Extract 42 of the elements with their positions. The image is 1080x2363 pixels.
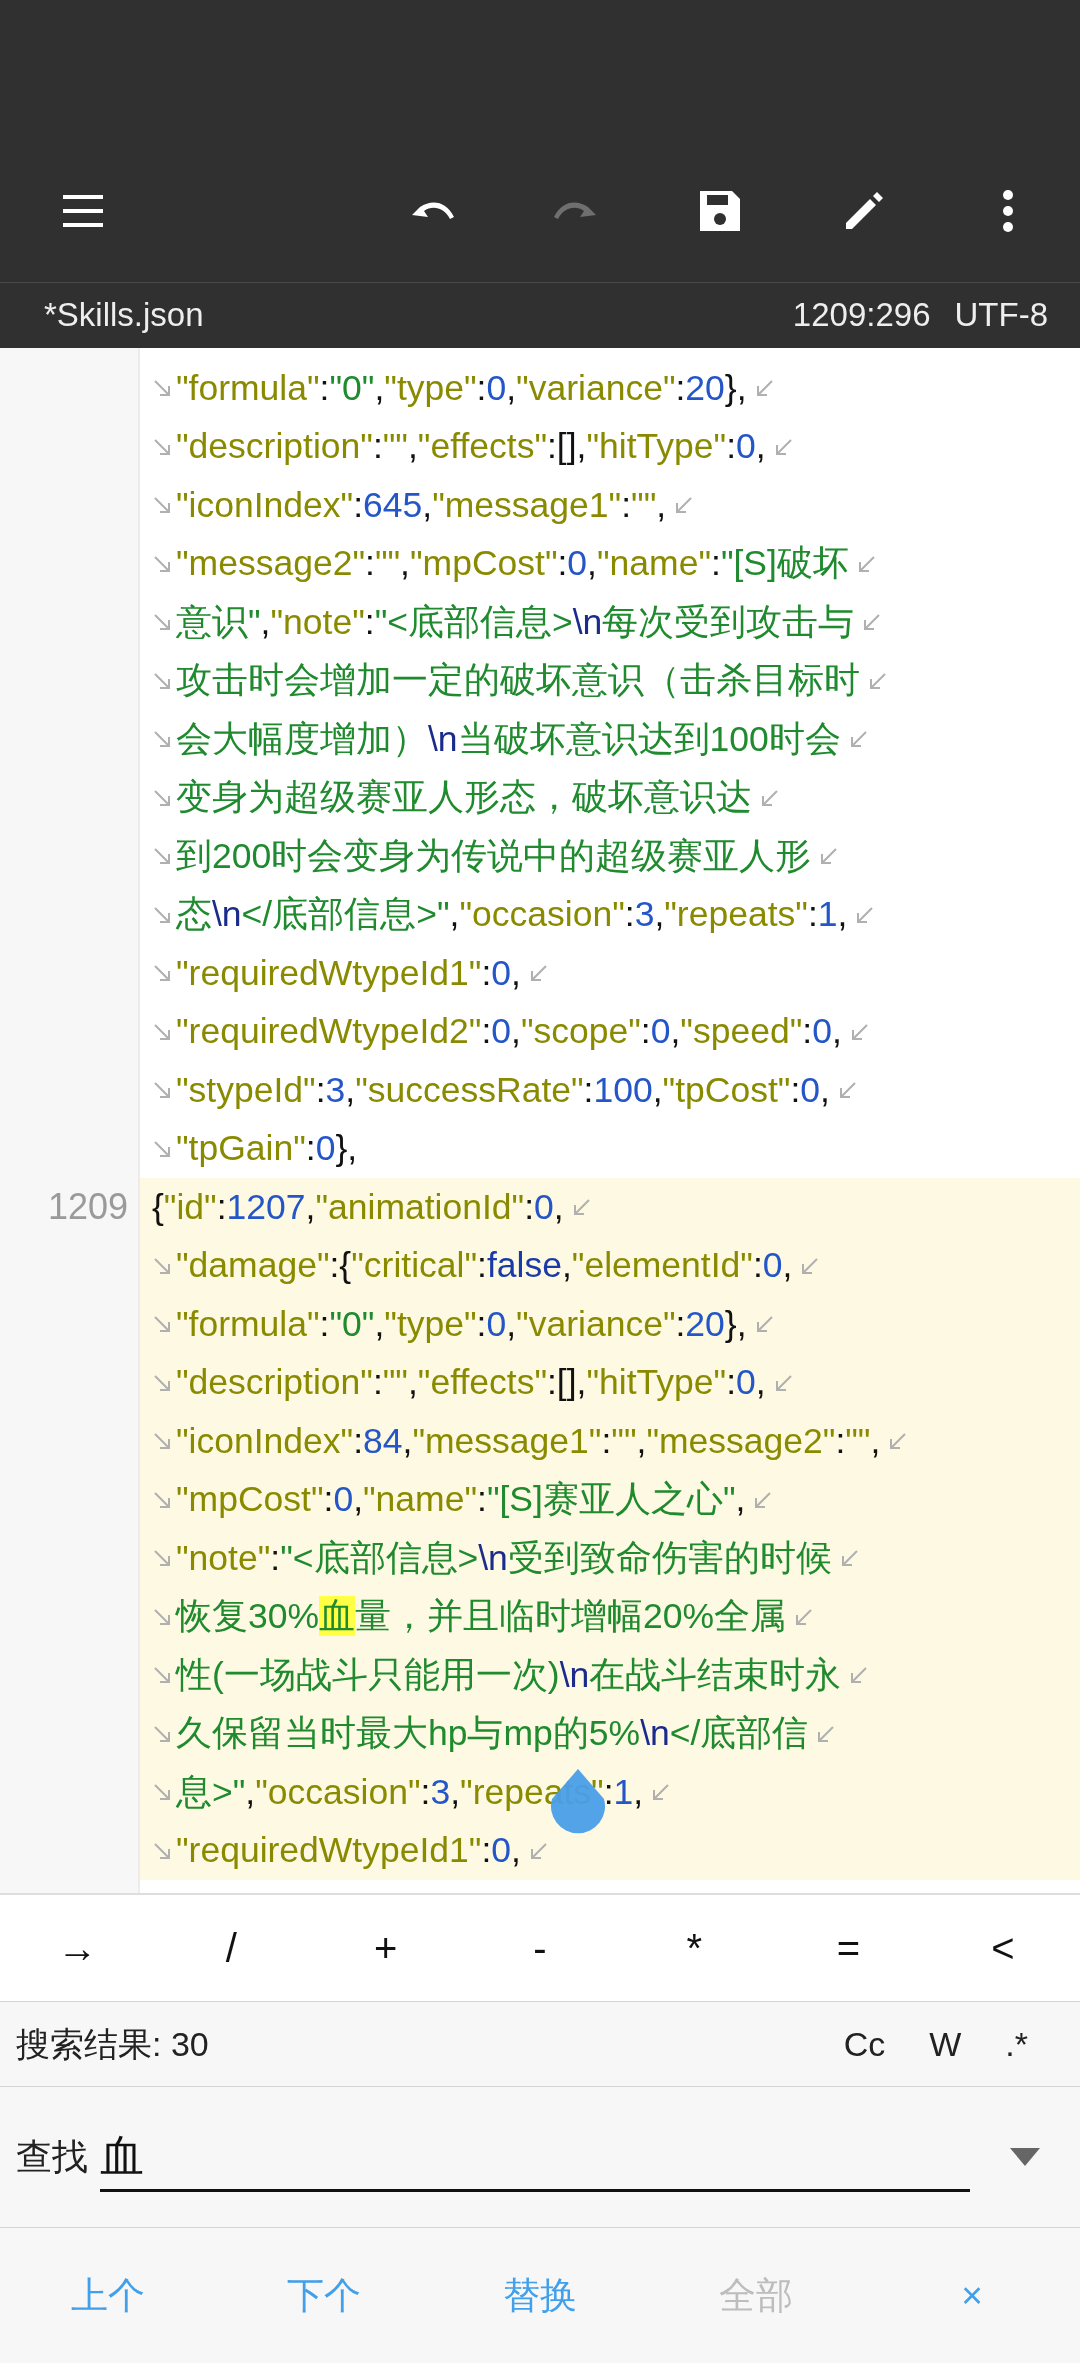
symbol-key[interactable]: → [0,1895,155,2001]
symbol-key[interactable]: = [771,1895,926,2001]
code-line: "message2":"","mpCost":0,"name":"[S]破坏 [176,546,849,582]
code-line: "formula":"0","type":0,"variance":20}, [176,1306,747,1342]
code-line: "damage":{"critical":false,"elementId":0, [176,1248,793,1284]
symbol-key[interactable]: - [462,1895,618,2001]
code-line: 到200时会变身为传说中的超级赛亚人形 [176,838,812,874]
code-line: "stypeId":3,"successRate":100,"tpCost":0, [176,1072,830,1108]
code-line: "requiredWtypeId2":0,"scope":0,"speed":0, [176,1014,842,1050]
code-line: 攻击时会增加一定的破坏意识（击杀目标时 [176,663,860,699]
symbol-key[interactable]: / [154,1895,309,2001]
code-line: "description":"","effects":[],"hitType":0, [176,1365,766,1401]
code-line: "mpCost":0,"name":"[S]赛亚人之心", [176,1482,746,1518]
encoding-label: UTF-8 [954,295,1048,336]
code-line: 意识","note":"<底部信息>\n每次受到攻击与 [176,604,855,640]
search-option-toggle[interactable]: W [907,2018,984,2070]
code-line: 态\n</底部信息>","occasion":3,"repeats":1, [176,897,848,933]
code-line: "iconIndex":84,"message1":"","message2":"", [176,1423,881,1459]
file-name: *Skills.json [44,295,204,336]
code-line: "note":"<底部信息>\n受到致命伤害的时候 [176,1540,832,1576]
symbol-key[interactable]: < [925,1895,1080,2001]
code-line: 会大幅度增加）\n当破坏意识达到100时会 [176,721,841,757]
dropdown-caret-icon[interactable] [1010,2148,1040,2166]
find-field[interactable]: 查找 血 [0,2087,1080,2228]
search-option-toggle[interactable]: .* [983,2018,1050,2070]
cursor-position: 1209:296 [792,295,931,336]
symbol-key[interactable]: * [617,1895,772,2001]
code-line: "formula":"0","type":0,"variance":20}, [176,370,747,406]
code-line: 变身为超级赛亚人形态，破坏意识达 [176,780,752,816]
code-line: "tpGain":0}, [176,1131,358,1167]
code-line: "description":"","effects":[],"hitType":0, [176,429,766,465]
code-line: "requiredWtypeId1":0, [176,1833,521,1869]
code-line: 久保留当时最大hp与mp的5%\n</底部信 [176,1716,809,1752]
search-option-toggle[interactable]: Cc [821,2018,908,2070]
code-line: "requiredWtypeId1":0, [176,955,521,991]
code-line: 性(一场战斗只能用一次)\n在战斗结束时永 [176,1657,842,1693]
line-number: 1209 [47,1186,128,1227]
symbol-key[interactable]: + [308,1895,463,2001]
code-line: "iconIndex":645,"message1":"", [176,487,667,523]
find-label: 查找 [16,2135,88,2179]
code-line: {"id":1207,"animationId":0, [152,1189,564,1225]
search-result-count: 搜索结果: 30 [16,2023,209,2065]
